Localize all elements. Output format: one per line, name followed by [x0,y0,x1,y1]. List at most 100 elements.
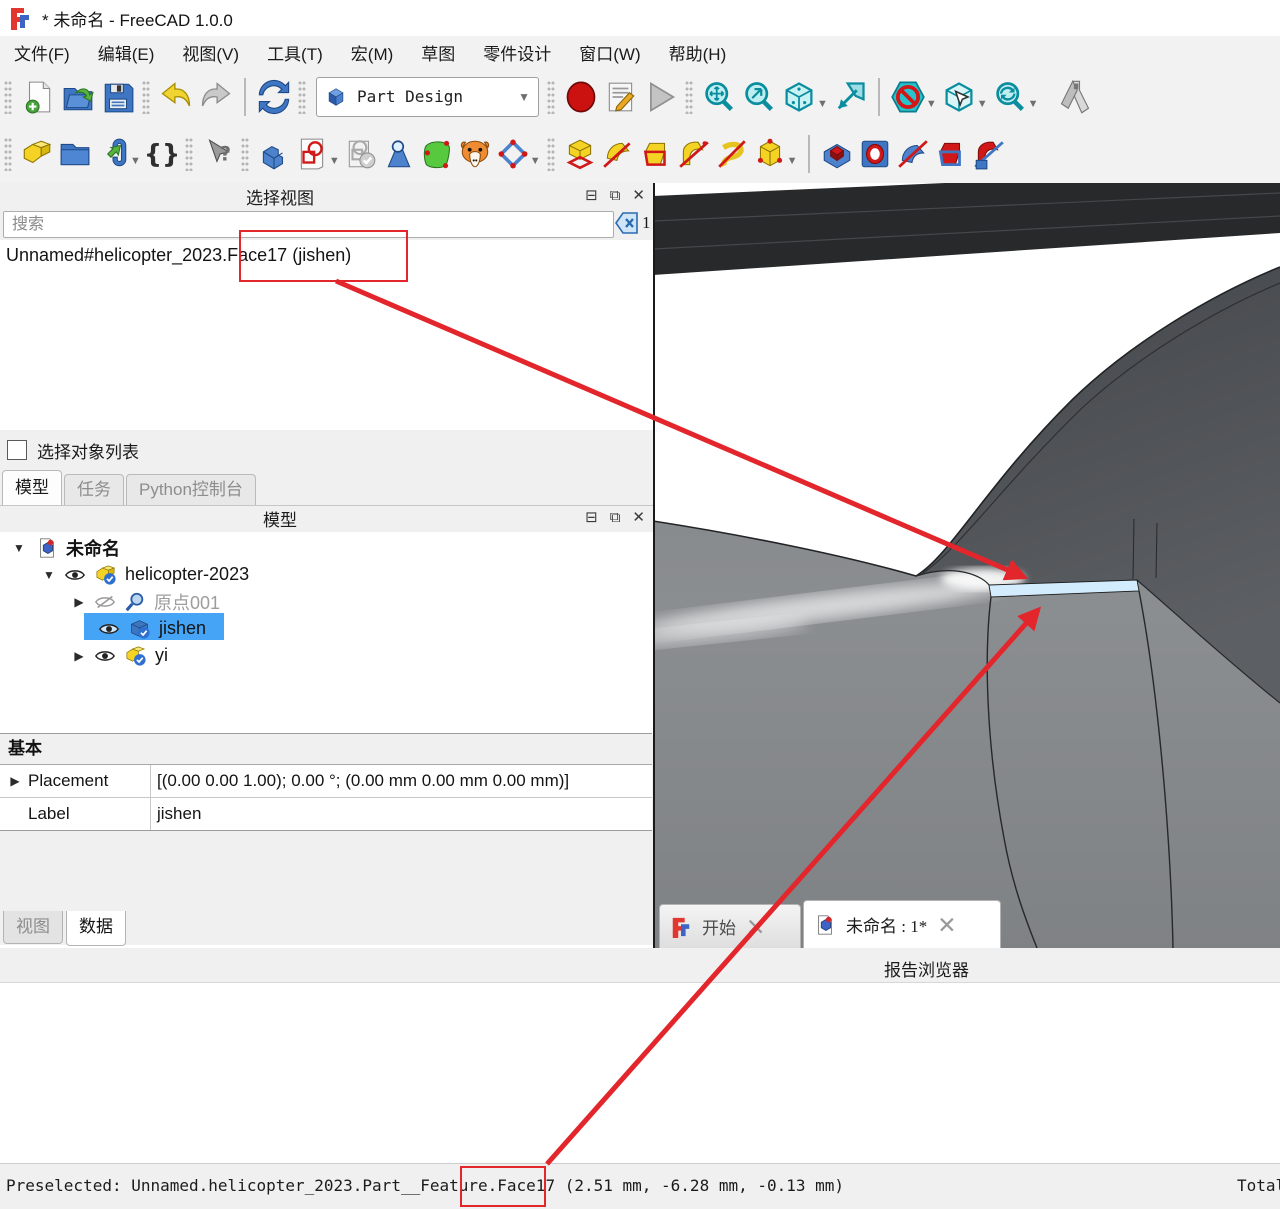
tree-label[interactable]: helicopter-2023 [125,564,249,585]
menu-help[interactable]: 帮助(H) [655,36,741,69]
chevron-down-icon[interactable]: ▼ [926,98,937,110]
dock-restore-icon[interactable]: ⊟ [585,186,598,206]
tree-row-document[interactable]: ▼ 未命名 [12,534,120,561]
tree-row-yi[interactable]: ▶ yi [72,642,168,669]
macro-record-button[interactable] [561,77,601,117]
create-sketch-button[interactable] [293,135,331,173]
redo-button[interactable] [196,77,236,117]
expander-icon[interactable]: ▼ [42,568,56,582]
toolbar-grip[interactable] [298,80,306,114]
create-datum-button[interactable] [494,135,532,173]
subtractive-pipe-button[interactable] [970,135,1008,173]
additive-primitive-button[interactable] [751,135,789,173]
tree-label[interactable]: jishen [159,618,206,639]
picked-list-checkbox[interactable] [7,440,27,460]
zoom-fit-all-button[interactable] [699,77,739,117]
create-body-button[interactable] [255,135,293,173]
menu-edit[interactable]: 编辑(E) [84,36,169,69]
property-value[interactable]: [(0.00 0.00 1.00); 0.00 °; (0.00 mm 0.00… [151,765,652,797]
toolbar-grip[interactable] [547,137,555,171]
hole-button[interactable] [856,135,894,173]
dock-close-icon[interactable]: ✕ [632,508,645,528]
close-tab-icon[interactable]: ✕ [937,915,956,935]
tab-tasks[interactable]: 任务 [64,474,124,505]
map-sketch-button[interactable] [380,135,418,173]
menu-view[interactable]: 视图(V) [168,36,253,69]
zoom-selection-button[interactable] [739,77,779,117]
chevron-down-icon[interactable]: ▼ [977,98,988,110]
mdi-tab-start[interactable]: 开始 ✕ [659,904,801,948]
visibility-eye-icon[interactable] [98,621,120,637]
report-browser-content[interactable] [0,982,1280,1164]
tab-model[interactable]: 模型 [2,470,62,505]
chevron-down-icon[interactable]: ▼ [329,155,340,167]
whats-this-button[interactable]: ? [199,135,237,173]
measure-caliper-button[interactable] [1055,77,1095,117]
save-document-button[interactable] [98,77,138,117]
pocket-button[interactable] [818,135,856,173]
groove-button[interactable] [894,135,932,173]
zoom-sync-button[interactable] [990,77,1030,117]
menu-partdesign[interactable]: 零件设计 [469,36,565,69]
visibility-eye-off-icon[interactable] [94,594,116,610]
visibility-eye-icon[interactable] [64,567,86,583]
menu-file[interactable]: 文件(F) [0,36,84,69]
clear-search-icon[interactable] [615,212,639,239]
chevron-down-icon[interactable]: ▼ [817,98,828,110]
tree-label[interactable]: 原点001 [154,589,220,615]
isometric-view-button[interactable] [779,77,819,117]
tree-row-origin[interactable]: ▶ 原点001 [72,588,220,615]
new-document-button[interactable] [18,77,58,117]
clipping-plane-button[interactable] [888,77,928,117]
visibility-eye-icon[interactable] [94,648,116,664]
macro-play-button[interactable] [641,77,681,117]
export-link-button[interactable] [94,135,132,173]
toolbar-grip[interactable] [547,80,555,114]
revolution-button[interactable] [599,135,637,173]
toolbar-grip[interactable] [185,137,193,171]
subtractive-loft-button[interactable] [932,135,970,173]
menu-macro[interactable]: 宏(M) [337,36,407,69]
chevron-down-icon[interactable]: ▼ [1028,98,1039,110]
additive-helix-button[interactable] [713,135,751,173]
expander-icon[interactable]: ▼ [12,541,26,555]
tree-label[interactable]: 未命名 [66,535,120,561]
toolbar-grip[interactable] [685,80,693,114]
menu-tools[interactable]: 工具(T) [253,36,337,69]
property-row-label[interactable]: Label jishen [0,798,652,830]
chevron-down-icon[interactable]: ▼ [787,155,798,167]
validate-sketch-button[interactable] [342,135,380,173]
tree-row-part[interactable]: ▼ helicopter-2023 [42,561,249,588]
toolbar-grip[interactable] [142,80,150,114]
chevron-down-icon[interactable]: ▼ [530,155,541,167]
macro-edit-button[interactable] [601,77,641,117]
edit-face-button[interactable] [418,135,456,173]
tree-row-jishen[interactable]: jishen [98,615,206,642]
part-shape-button[interactable] [18,135,56,173]
dock-float-icon[interactable]: ⧉ [610,186,621,206]
additive-loft-button[interactable] [637,135,675,173]
menu-sketch[interactable]: 草图 [407,36,469,69]
menu-window[interactable]: 窗口(W) [565,36,654,69]
toolbar-grip[interactable] [241,137,249,171]
toolbar-grip[interactable] [4,80,12,114]
3d-viewport[interactable]: 开始 ✕ 未命名 : 1* ✕ [653,183,1280,948]
property-group-header[interactable]: 基本 [0,734,652,765]
chevron-down-icon[interactable]: ▼ [130,155,141,167]
pad-button[interactable] [561,135,599,173]
expander-icon[interactable]: ▶ [8,774,22,788]
workbench-selector[interactable]: Part Design ▼ [316,77,539,117]
expander-icon[interactable]: ▶ [72,595,86,609]
expander-icon[interactable]: ▶ [72,649,86,663]
tree-label[interactable]: yi [155,645,168,666]
dock-float-icon[interactable]: ⧉ [610,508,621,528]
subshape-binder-button[interactable] [456,135,494,173]
toolbar-grip[interactable] [4,137,12,171]
refresh-button[interactable] [254,77,294,117]
tab-view-properties[interactable]: 视图 [3,911,63,944]
property-row-placement[interactable]: ▶Placement [(0.00 0.00 1.00); 0.00 °; (0… [0,765,652,798]
property-value[interactable]: jishen [151,798,652,830]
expression-braces-button[interactable]: {} [143,135,181,173]
open-document-button[interactable] [58,77,98,117]
box-selection-button[interactable] [939,77,979,117]
